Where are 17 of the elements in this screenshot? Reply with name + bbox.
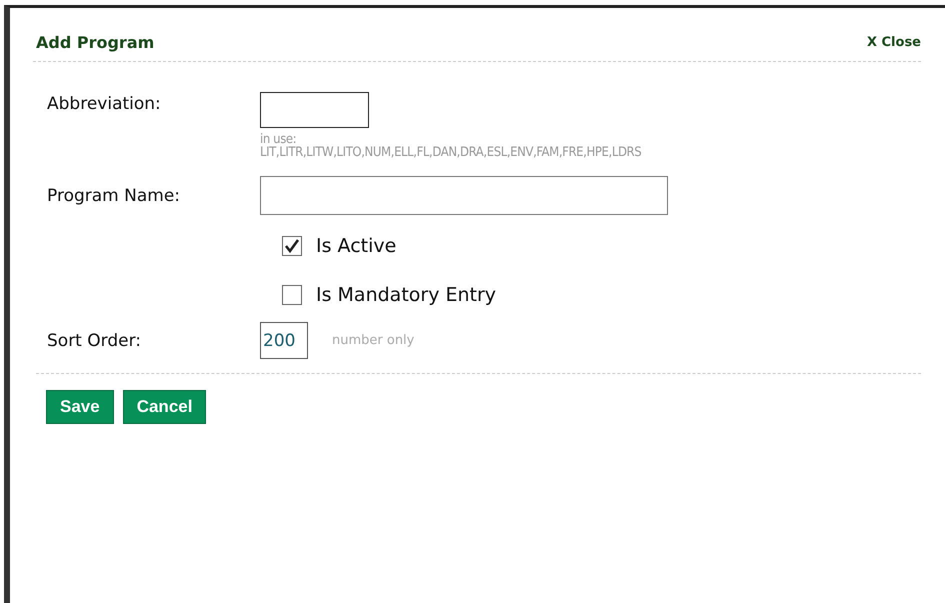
dialog-title: Add Program (35, 33, 154, 52)
hint-text: LIT,LITR,LITW,LITO,NUM,ELL,FL,DAN,DRA,ESL,ENV,FAM,FRE,HPE,LDRS (260, 146, 642, 159)
close-link[interactable]: X Close (866, 35, 921, 50)
save-button[interactable]: Save (46, 390, 114, 424)
program-name-field[interactable] (260, 176, 668, 215)
field-label: Abbreviation: (47, 93, 162, 114)
hint-text: in use: (260, 133, 296, 146)
field-label: Sort Order: (47, 330, 142, 350)
checkbox[interactable] (282, 236, 302, 256)
field-label: Program Name: (47, 186, 182, 206)
checkbox-label: Is Active (316, 235, 396, 257)
checkbox-label: Is Mandatory Entry (316, 284, 496, 306)
cancel-button[interactable]: Cancel (122, 390, 206, 424)
sort-order-field[interactable]: 200 (260, 322, 308, 359)
abbreviation-field[interactable] (260, 92, 369, 128)
checkbox[interactable] (282, 285, 302, 305)
hint-text: number only (332, 333, 414, 348)
